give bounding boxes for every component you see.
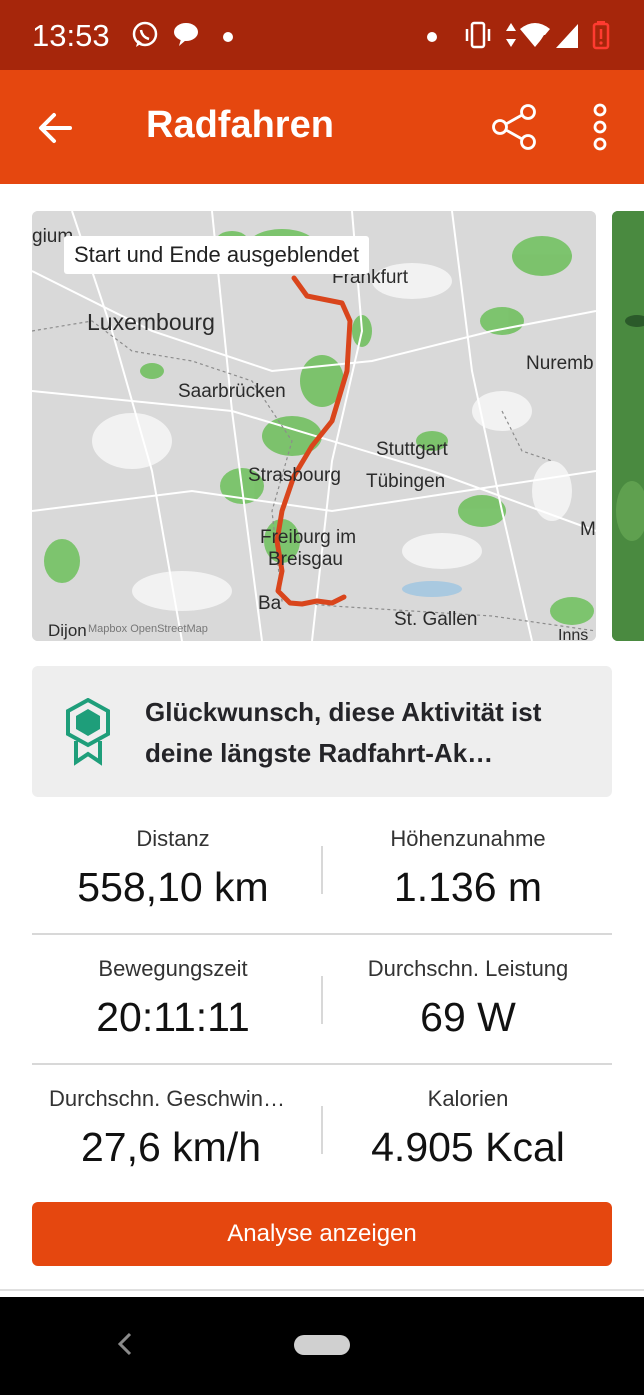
battery-low-icon bbox=[592, 20, 610, 55]
divider bbox=[0, 1289, 644, 1291]
more-vert-icon[interactable] bbox=[590, 102, 610, 157]
status-time: 13:53 bbox=[32, 18, 110, 53]
privacy-chip: Start und Ende ausgeblendet bbox=[64, 236, 370, 274]
notification-dot-icon bbox=[426, 30, 438, 48]
share-icon[interactable] bbox=[490, 102, 540, 157]
map-label-freiburg: Freiburg im bbox=[260, 527, 357, 548]
map-label-m: M bbox=[580, 519, 596, 540]
stat-value-avg-speed: 27,6 km/h bbox=[80, 1124, 262, 1170]
network-type-label: 4 bbox=[540, 32, 548, 47]
whatsapp-icon bbox=[130, 20, 160, 55]
stat-divider bbox=[321, 846, 323, 894]
signal-icon bbox=[554, 20, 580, 55]
map-attribution[interactable]: Mapbox OpenStreetMap bbox=[88, 623, 208, 635]
app-bar: Radfahren bbox=[0, 70, 644, 184]
vibrate-icon bbox=[462, 20, 494, 55]
stat-value-calories: 4.905 Kcal bbox=[371, 1124, 565, 1170]
map-label-st-gallen: St. Gallen bbox=[394, 609, 478, 630]
map-label-stuttgart: Stuttgart bbox=[376, 439, 448, 460]
map-label-tuebingen: Tübingen bbox=[366, 471, 446, 492]
page-title: Radfahren bbox=[146, 104, 334, 146]
map-label-nuremberg: Nuremb bbox=[526, 353, 594, 374]
map-label-saarbruecken: Saarbrücken bbox=[178, 381, 286, 402]
map-label-luxembourg: Luxembourg bbox=[87, 309, 215, 335]
map-label-strasbourg: Strasbourg bbox=[248, 465, 341, 486]
system-nav-bar bbox=[0, 1297, 644, 1395]
notification-dot-icon bbox=[222, 30, 234, 48]
data-arrows-icon bbox=[504, 20, 518, 55]
stat-divider bbox=[321, 1106, 323, 1154]
map-label-dijon: Dijon bbox=[48, 621, 87, 640]
stat-value-distance: 558,10 km bbox=[77, 864, 269, 910]
analyse-button[interactable]: Analyse anzeigen bbox=[32, 1202, 612, 1266]
stat-label-elevation: Höhenzunahme bbox=[390, 826, 546, 851]
chat-bubble-icon bbox=[172, 20, 200, 53]
map-label-breisgau: Breisgau bbox=[268, 549, 343, 570]
stat-label-calories: Kalorien bbox=[427, 1086, 509, 1111]
nav-home-pill-icon[interactable] bbox=[294, 1335, 350, 1355]
achievement-text: Glückwunsch, diese Aktivität ist deine l… bbox=[145, 697, 542, 768]
nav-back-icon[interactable] bbox=[116, 1331, 134, 1362]
arrow-left-icon[interactable] bbox=[36, 108, 76, 153]
stat-label-distance: Distanz bbox=[136, 826, 210, 851]
stat-label-avg-power: Durchschn. Leistung bbox=[367, 956, 569, 981]
stat-value-elevation: 1.136 m bbox=[393, 864, 543, 910]
row-divider bbox=[32, 1063, 612, 1065]
stat-label-moving-time: Bewegungszeit bbox=[98, 956, 248, 981]
photo-thumbnail[interactable] bbox=[612, 211, 644, 641]
stat-value-avg-power: 69 W bbox=[420, 994, 516, 1040]
achievement-banner[interactable]: Glückwunsch, diese Aktivität ist deine l… bbox=[32, 666, 612, 797]
map-label-basel: Ba bbox=[258, 593, 282, 614]
route-map[interactable]: gium Frankfurt Luxembourg Nuremb Saarbrü… bbox=[32, 211, 596, 641]
stat-value-moving-time: 20:11:11 bbox=[96, 994, 250, 1040]
badge-ribbon-icon bbox=[64, 697, 112, 771]
row-divider bbox=[32, 933, 612, 935]
stat-divider bbox=[321, 976, 323, 1024]
map-label-innsbruck: Inns bbox=[558, 627, 589, 641]
stat-label-avg-speed: Durchschn. Geschwin… bbox=[49, 1086, 285, 1111]
status-bar: 13:53 4 bbox=[0, 0, 644, 70]
